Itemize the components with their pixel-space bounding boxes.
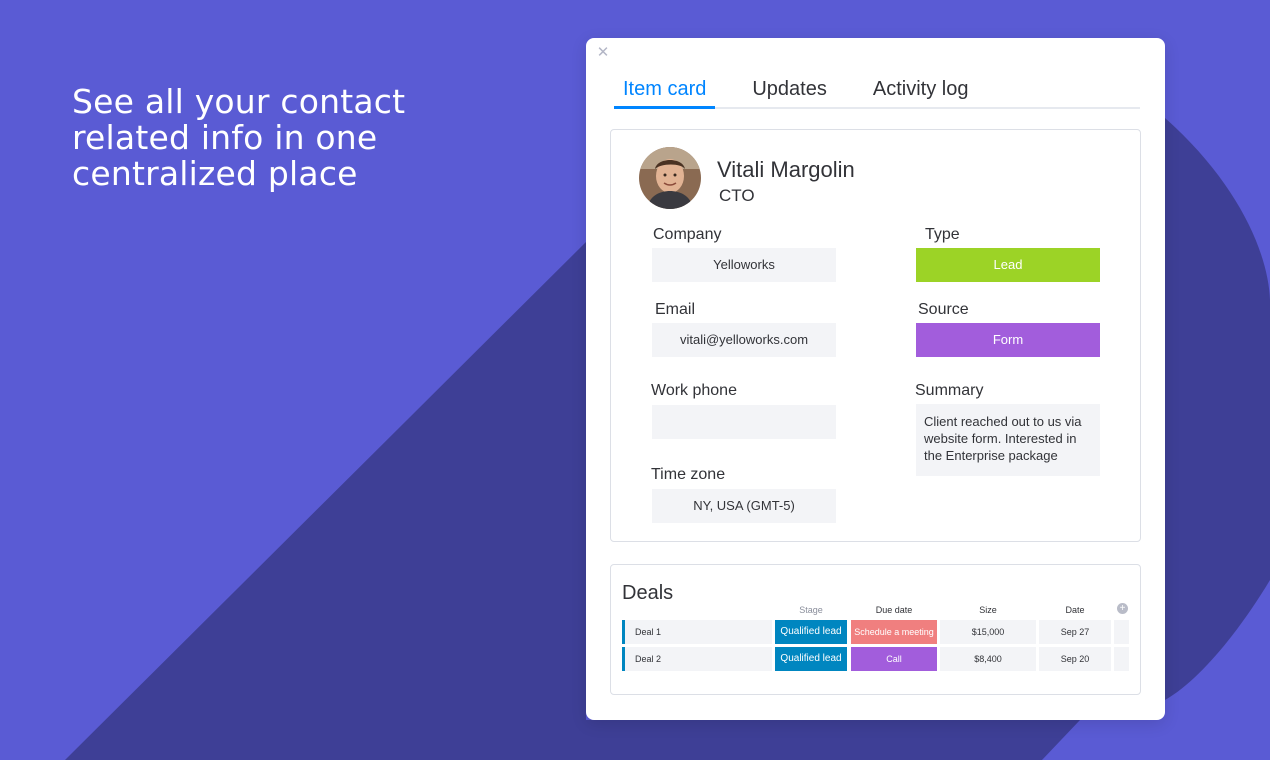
plus-circle-icon[interactable]: + [1117, 603, 1128, 614]
contact-name: Vitali Margolin [717, 157, 855, 182]
time-zone-label: Time zone [651, 466, 726, 483]
type-label: Type [925, 226, 960, 243]
size-cell[interactable]: $15,000 [940, 620, 1036, 644]
stage-cell[interactable]: Qualified lead [775, 620, 847, 644]
summary-field[interactable]: Client reached out to us via website for… [916, 404, 1100, 476]
source-label: Source [918, 301, 969, 318]
headline-line: centralized place [72, 154, 358, 193]
avatar-photo [639, 147, 701, 209]
work-phone-label: Work phone [651, 382, 737, 399]
date-cell[interactable]: Sep 27 [1039, 620, 1111, 644]
headline-line: related info in one [72, 118, 378, 157]
tab-activity-log[interactable]: Activity log [864, 76, 978, 109]
company-label: Company [653, 226, 722, 243]
avatar [639, 147, 701, 209]
close-icon[interactable]: ✕ [594, 44, 612, 62]
tab-item-card[interactable]: Item card [614, 76, 716, 109]
deals-title: Deals [622, 582, 674, 604]
company-field[interactable]: Yelloworks [652, 248, 836, 282]
headline-line: See all your contact [72, 82, 406, 121]
email-field[interactable]: vitali@yelloworks.com [652, 323, 836, 357]
column-header-due-date: Due date [875, 605, 913, 615]
column-header-size: Size [979, 605, 997, 615]
column-header-date: Date [1065, 605, 1085, 615]
stage-cell[interactable]: Qualified lead [775, 647, 847, 671]
tab-bar: Item card Updates Activity log [614, 76, 1140, 109]
column-header-stage: Stage [799, 605, 823, 615]
work-phone-field[interactable] [652, 405, 836, 439]
time-zone-field[interactable]: NY, USA (GMT-5) [652, 489, 836, 523]
due-date-cell[interactable]: Call [851, 647, 937, 671]
table-row[interactable]: Deal 2 Qualified lead Call $8,400 Sep 20 [622, 647, 1129, 671]
tab-updates[interactable]: Updates [743, 76, 836, 109]
size-cell[interactable]: $8,400 [940, 647, 1036, 671]
marketing-headline: See all your contact related info in one… [72, 84, 492, 192]
deal-name-cell[interactable]: Deal 2 [622, 647, 772, 671]
email-label: Email [655, 301, 696, 318]
contact-card: Vitali Margolin CTO Company Yelloworks T… [610, 129, 1141, 542]
source-field[interactable]: Form [916, 323, 1100, 357]
deals-section: Deals Stage Due date Size Date + Deal 1 … [610, 564, 1141, 695]
type-field[interactable]: Lead [916, 248, 1100, 282]
contact-title: CTO [719, 186, 755, 205]
deal-name-cell[interactable]: Deal 1 [622, 620, 772, 644]
date-cell[interactable]: Sep 20 [1039, 647, 1111, 671]
table-row[interactable]: Deal 1 Qualified lead Schedule a meeting… [622, 620, 1129, 644]
row-end-cell [1114, 620, 1129, 644]
summary-label: Summary [915, 382, 984, 399]
row-end-cell [1114, 647, 1129, 671]
due-date-cell[interactable]: Schedule a meeting [851, 620, 937, 644]
item-card-modal: ✕ Item card Updates Activity log Vitali … [586, 38, 1165, 720]
